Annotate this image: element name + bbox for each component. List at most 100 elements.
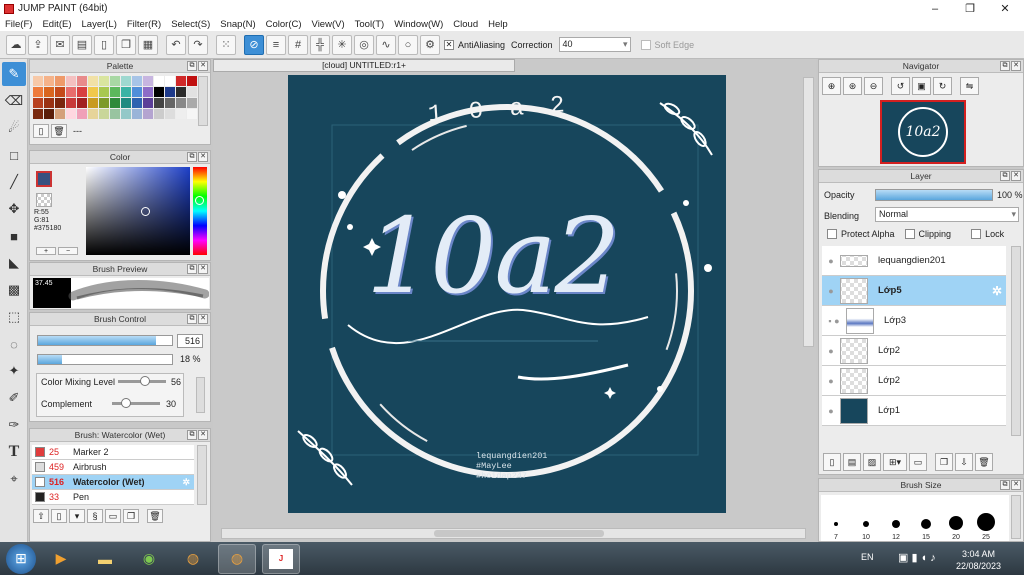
app-green-icon[interactable]: ◉ — [130, 544, 168, 574]
color-remove-icon[interactable]: − — [58, 247, 78, 255]
comment-icon[interactable]: ✉ — [50, 34, 70, 55]
select-pen-tool-icon[interactable]: ✐ — [2, 386, 26, 410]
snap-curve-icon[interactable]: ∿ — [376, 34, 396, 55]
palette-swatch[interactable] — [55, 76, 65, 86]
palette-swatch[interactable] — [165, 98, 175, 108]
panel-close-icon[interactable]: ✕ — [198, 264, 208, 274]
visibility-icon[interactable]: ● — [822, 406, 840, 416]
layer-row[interactable]: ● Lớp1 — [822, 396, 1006, 426]
canvas-vertical-scrollbar[interactable] — [803, 77, 814, 347]
transparent-swatch[interactable] — [36, 193, 52, 207]
palette-swatch[interactable] — [88, 98, 98, 108]
palette-swatch[interactable] — [187, 87, 197, 97]
select-tool-icon[interactable]: ⬚ — [2, 305, 26, 329]
layer-row[interactable]: ● lequangdien201 — [822, 246, 1006, 276]
palette-swatch[interactable] — [110, 87, 120, 97]
media-player-icon[interactable]: ▶ — [42, 544, 80, 574]
snap-ellipse-icon[interactable]: ○ — [398, 34, 418, 55]
panel-close-icon[interactable]: ✕ — [198, 152, 208, 162]
menu-window[interactable]: Window(W) — [389, 19, 448, 30]
lock-checkbox[interactable] — [971, 229, 982, 239]
panel-close-icon[interactable]: ✕ — [1011, 61, 1021, 71]
palette-swatch[interactable] — [88, 109, 98, 119]
note-icon[interactable]: ▤ — [72, 34, 92, 55]
brush-opacity-slider[interactable] — [37, 354, 173, 365]
palette-swatch[interactable] — [143, 98, 153, 108]
palette-swatch[interactable] — [176, 109, 186, 119]
palette-swatch[interactable] — [132, 98, 142, 108]
palette-swatch[interactable] — [143, 76, 153, 86]
canvas-horizontal-scrollbar[interactable] — [221, 528, 806, 539]
palette-swatch[interactable] — [66, 109, 76, 119]
tray-icons[interactable]: ▣ ▮ ◖ ♪ — [898, 551, 936, 564]
palette-swatch[interactable] — [154, 76, 164, 86]
brush-copy-icon[interactable]: ❐ — [123, 509, 139, 523]
palette-swatch[interactable] — [99, 109, 109, 119]
new-layer-icon[interactable]: ▯ — [823, 453, 841, 471]
palette-swatch[interactable] — [132, 76, 142, 86]
eraser-tool-icon[interactable]: ⌫ — [2, 89, 26, 113]
brush-size-value[interactable]: 516 — [177, 334, 203, 348]
layer-settings-icon[interactable]: ✲ — [992, 284, 1002, 298]
palette-swatch[interactable] — [44, 87, 54, 97]
palette-swatch[interactable] — [33, 76, 43, 86]
panel-close-icon[interactable]: ✕ — [198, 430, 208, 440]
palette-swatch[interactable] — [176, 87, 186, 97]
chrome-icon[interactable]: ◍ — [174, 544, 212, 574]
color-mixing-slider[interactable] — [118, 376, 166, 386]
clock-date[interactable]: 22/08/2023 — [956, 560, 1001, 572]
palette-swatch[interactable] — [77, 109, 87, 119]
menu-tool[interactable]: Tool(T) — [350, 19, 390, 30]
palette-swatch[interactable] — [99, 87, 109, 97]
layer-row[interactable]: ● Lớp2 — [822, 366, 1006, 396]
saturation-value-picker[interactable] — [86, 167, 190, 255]
palette-swatch[interactable] — [187, 76, 197, 86]
brush-size-option[interactable]: 25 — [971, 495, 1001, 541]
palette-swatch[interactable] — [165, 109, 175, 119]
palette-swatch[interactable] — [176, 98, 186, 108]
merge-layer-icon[interactable]: ⇩ — [955, 453, 973, 471]
move-tool-icon[interactable]: ✥ — [2, 197, 26, 221]
menu-cloud[interactable]: Cloud — [448, 19, 483, 30]
jump-paint-taskbar-icon[interactable]: J — [262, 543, 300, 574]
navigator-thumbnail[interactable]: 10a2 — [880, 100, 966, 164]
palette-grid[interactable] — [33, 76, 197, 119]
reset-view-icon[interactable]: ▣ — [912, 77, 931, 95]
palette-swatch[interactable] — [55, 87, 65, 97]
brush-add-menu-icon[interactable]: ▾ — [69, 509, 85, 523]
antialias-checkbox[interactable]: ✕ — [444, 39, 454, 50]
palette-swatch[interactable] — [132, 109, 142, 119]
layer-row[interactable]: ● Lớp2 — [822, 336, 1006, 366]
palette-swatch[interactable] — [44, 98, 54, 108]
grid-icon[interactable]: ▦ — [138, 34, 158, 55]
brush-size-option[interactable]: 20 — [941, 495, 971, 541]
palette-swatch[interactable] — [110, 76, 120, 86]
palette-swatch[interactable] — [143, 109, 153, 119]
zoom-out-icon[interactable]: ⊖ — [864, 77, 883, 95]
select-deselect-icon[interactable]: ⁙ — [216, 34, 236, 55]
visibility-icon[interactable]: ● — [822, 256, 840, 266]
visibility-icon[interactable]: ▪ ● — [822, 316, 846, 326]
drawing-canvas[interactable]: 1 0 a 2 10a2 lequangdien201 #MayLee #hoi… — [288, 75, 726, 513]
menu-help[interactable]: Help — [483, 19, 513, 30]
palette-swatch[interactable] — [33, 87, 43, 97]
close-button[interactable]: ✕ — [990, 0, 1020, 17]
palette-swatch[interactable] — [165, 76, 175, 86]
brush-tool-icon[interactable]: ✎ — [2, 62, 26, 86]
file-explorer-icon[interactable]: ▬ — [86, 544, 124, 574]
pages-icon[interactable]: ❐ — [116, 34, 136, 55]
redo-icon[interactable]: ↷ — [188, 34, 208, 55]
palette-swatch[interactable] — [33, 98, 43, 108]
correction-select[interactable]: 40 — [558, 37, 631, 52]
zoom-fit-icon[interactable]: ⊛ — [843, 77, 862, 95]
palette-swatch[interactable] — [187, 98, 197, 108]
select-eraser-tool-icon[interactable]: ✑ — [2, 413, 26, 437]
complement-slider[interactable] — [112, 398, 160, 408]
layer-folder-icon[interactable]: ▭ — [909, 453, 927, 471]
color-add-icon[interactable]: + — [36, 247, 56, 255]
palette-swatch[interactable] — [110, 109, 120, 119]
brush-item-airbrush[interactable]: 459 Airbrush — [32, 460, 194, 475]
sv-picker-handle[interactable] — [141, 207, 150, 216]
zoom-in-icon[interactable]: ⊕ — [822, 77, 841, 95]
add-layer-menu-icon[interactable]: ⊞▾ — [883, 453, 907, 471]
